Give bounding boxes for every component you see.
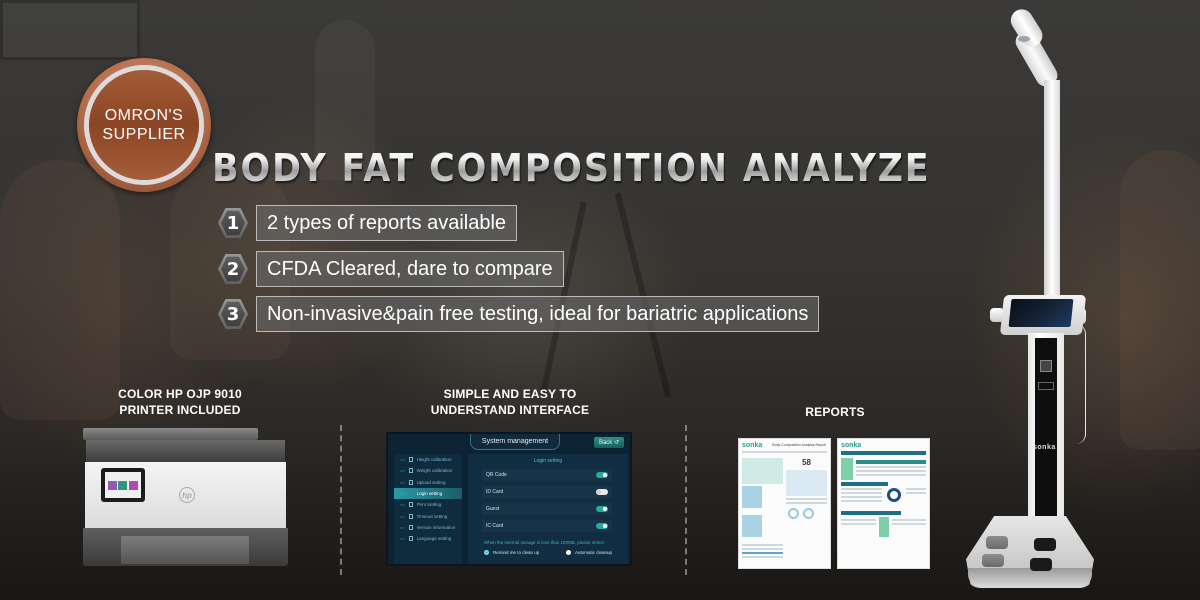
body-figure-icon [742,486,762,508]
feature-text: CFDA Cleared, dare to compare [256,251,564,287]
print-icon [408,502,413,508]
printer-caption: COLOR HP OJP 9010 PRINTER INCLUDED [95,386,265,418]
page-title: BODY FAT COMPOSITION ANALYZER [212,138,957,198]
number-hexagon-icon: 1 [218,207,248,239]
report-score: 58 [802,458,811,467]
body-figure-icon [841,458,853,480]
interface-caption: SIMPLE AND EASY TO UNDERSTAND INTERFACE [420,386,600,418]
ui-setting-row: IC Card [482,520,612,532]
device-sensor-lens [1018,36,1030,42]
hp-logo-icon: hp [179,487,195,503]
report-sheet: sonka Body Composition Analysis Report 5… [738,438,831,569]
feature-text: Non-invasive&pain free testing, ideal fo… [256,296,820,332]
body-scan-icon [887,488,901,502]
info-icon [408,524,413,530]
ui-sidebar-item: >> Language setting [400,536,452,542]
device-screen [1008,299,1074,327]
ui-radio-option: Remind me to clean up [484,550,539,555]
omron-supplier-badge: OMRON'S SUPPLIER [77,58,211,192]
language-icon [408,536,413,542]
timer-icon [408,513,413,519]
reports-caption: REPORTS [805,405,865,419]
number-hexagon-icon: 2 [218,253,248,285]
ui-tab-title: Login setting [533,458,563,464]
scale-icon [408,468,413,474]
foot-electrode-icon [982,554,1004,567]
ui-sidebar-item: >> Version information [400,524,456,530]
background-person [0,160,120,420]
printer-touchscreen [101,468,145,502]
toggle-switch-icon [596,506,608,512]
ruler-icon [408,457,413,463]
ui-back-button: Back ↺ [594,437,624,448]
interface-caption-line2: UNDERSTAND INTERFACE [430,403,590,417]
product-banner: OMRON'S SUPPLIER BODY FAT COMPOSITION AN… [0,0,1200,600]
printer-scanner [86,440,285,462]
report-sheet: sonka [837,438,930,569]
body-figure-icon [878,517,889,537]
device-pole [1044,80,1060,306]
feature-text: 2 types of reports available [256,205,518,241]
ui-sidebar-item: >> Weight calibration [400,468,453,474]
ui-storage-note: When the internal storage is less than 1… [484,540,605,545]
ui-sidebar-item: >> Height calibration [400,457,452,463]
report-brand: sonka [841,442,862,449]
ui-sidebar-item-active: >> Login setting [394,487,462,500]
ui-setting-row: Guest [482,503,612,515]
dashed-divider [340,425,342,575]
interface-caption-line1: SIMPLE AND EASY TO [443,387,577,401]
foot-electrode-icon [1030,558,1052,571]
body-composition-analyzer-image: sonka [960,5,1100,600]
ui-sidebar-item: >> Print Setting [400,502,442,508]
upload-icon [408,479,413,485]
interface-screenshot: System management Back ↺ >> Height calibr… [386,432,632,566]
toggle-switch-icon [596,489,608,495]
printer-caption-line2: PRINTER INCLUDED [119,403,241,417]
ui-sidebar-item: >> Timeout setting [400,513,448,519]
foot-electrode-icon [1034,538,1056,551]
radio-selected-icon [484,550,489,555]
qr-scanner-icon [1040,360,1052,372]
screen-tile [118,480,128,490]
dashed-divider [685,425,687,575]
ui-setting-row: QR Code [482,469,612,481]
ui-header-title: System management [470,434,560,450]
ui-radio-option: Automatic cleanup [566,550,612,555]
printer-caption-line1: COLOR HP OJP 9010 [118,387,242,401]
feature-item: 1 2 types of reports available [218,205,518,241]
device-cable [1076,324,1086,444]
foot-electrode-icon [986,536,1008,549]
feature-item: 3 Non-invasive&pain free testing, ideal … [218,296,820,332]
device-buttons [1038,382,1054,390]
radio-icon [566,550,571,555]
feature-item: 2 CFDA Cleared, dare to compare [218,251,564,287]
ui-sidebar-item: >> Upload setting [400,479,446,485]
report-title: Body Composition Analysis Report [772,443,826,447]
report-composition-block [742,458,783,484]
device-brand: sonka [1033,444,1056,451]
device-base-rim [968,568,1092,588]
ui-setting-row: ID Card [482,486,612,498]
ui-sidebar: >> Height calibration >> Weight calibratio… [394,454,462,564]
body-figure-icon [742,515,762,537]
background-window [0,0,140,60]
badge-inner: OMRON'S SUPPLIER [89,70,199,180]
number-hexagon-icon: 3 [218,298,248,330]
background-gym-equipment [614,192,672,398]
screen-tile [107,480,117,490]
badge-text-line1: OMRON'S [104,107,184,124]
printer-image: hp [83,428,288,568]
toggle-switch-icon [596,523,608,529]
background-person [1120,150,1200,450]
toggle-switch-icon [596,472,608,478]
screen-tile [129,480,139,490]
badge-text-line2: SUPPLIER [102,126,186,143]
printer-lid [83,428,258,440]
ui-main-panel: Login setting QR Code ID Card Guest IC C… [468,454,628,564]
printer-paper-tray [121,536,249,564]
